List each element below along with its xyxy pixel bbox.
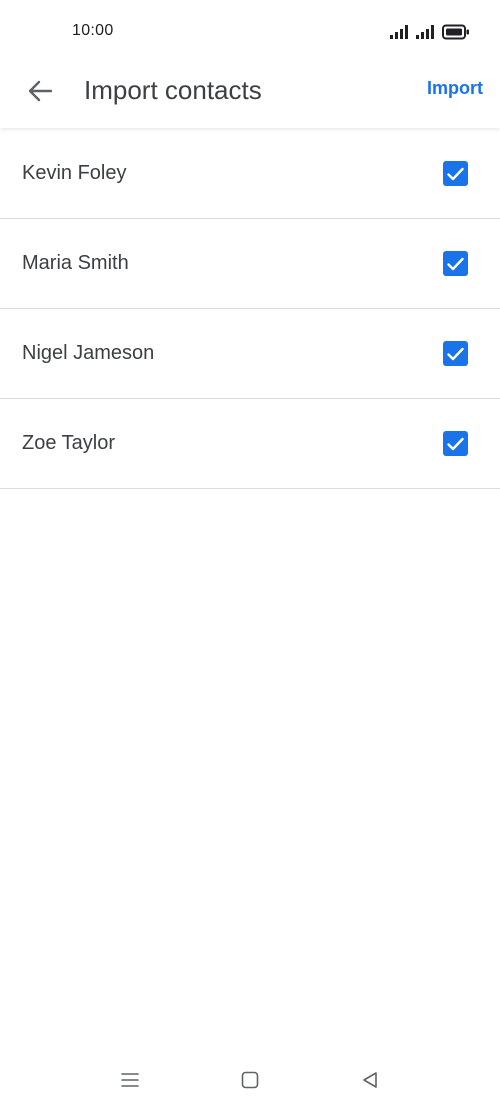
status-bar: 10:00: [0, 0, 500, 62]
contact-row[interactable]: Kevin Foley: [0, 129, 500, 219]
checkmark-icon: [447, 437, 464, 450]
checkmark-icon: [447, 257, 464, 270]
signal-icon: [390, 25, 408, 39]
square-icon: [241, 1071, 259, 1089]
checkmark-icon: [447, 167, 464, 180]
battery-icon: [442, 24, 469, 40]
contact-checkbox[interactable]: [443, 341, 468, 366]
nav-home-button[interactable]: [238, 1068, 262, 1092]
status-time: 10:00: [72, 22, 114, 39]
contact-row[interactable]: Zoe Taylor: [0, 399, 500, 489]
system-nav-bar: [0, 1052, 500, 1111]
nav-menu-button[interactable]: [118, 1068, 142, 1092]
page-title: Import contacts: [84, 75, 262, 105]
contact-name: Zoe Taylor: [22, 432, 116, 454]
contact-checkbox[interactable]: [443, 161, 468, 186]
signal-icon-2: [416, 25, 434, 39]
back-button[interactable]: [20, 71, 60, 111]
contact-checkbox[interactable]: [443, 431, 468, 456]
nav-back-button[interactable]: [358, 1068, 382, 1092]
status-icons: [390, 22, 470, 42]
import-button[interactable]: Import: [427, 78, 483, 99]
contact-row[interactable]: Maria Smith: [0, 219, 500, 309]
contact-name: Nigel Jameson: [22, 342, 155, 364]
contact-list: Kevin Foley Maria Smith Nigel Jameson Zo…: [0, 129, 500, 489]
contact-checkbox[interactable]: [443, 251, 468, 276]
app-bar: Import contacts Import: [0, 62, 500, 128]
checkmark-icon: [447, 347, 464, 360]
triangle-back-icon: [363, 1072, 377, 1088]
arrow-left-icon: [28, 80, 53, 102]
contact-row[interactable]: Nigel Jameson: [0, 309, 500, 399]
menu-icon: [121, 1073, 139, 1087]
contact-name: Kevin Foley: [22, 162, 127, 184]
contact-name: Maria Smith: [22, 252, 129, 274]
